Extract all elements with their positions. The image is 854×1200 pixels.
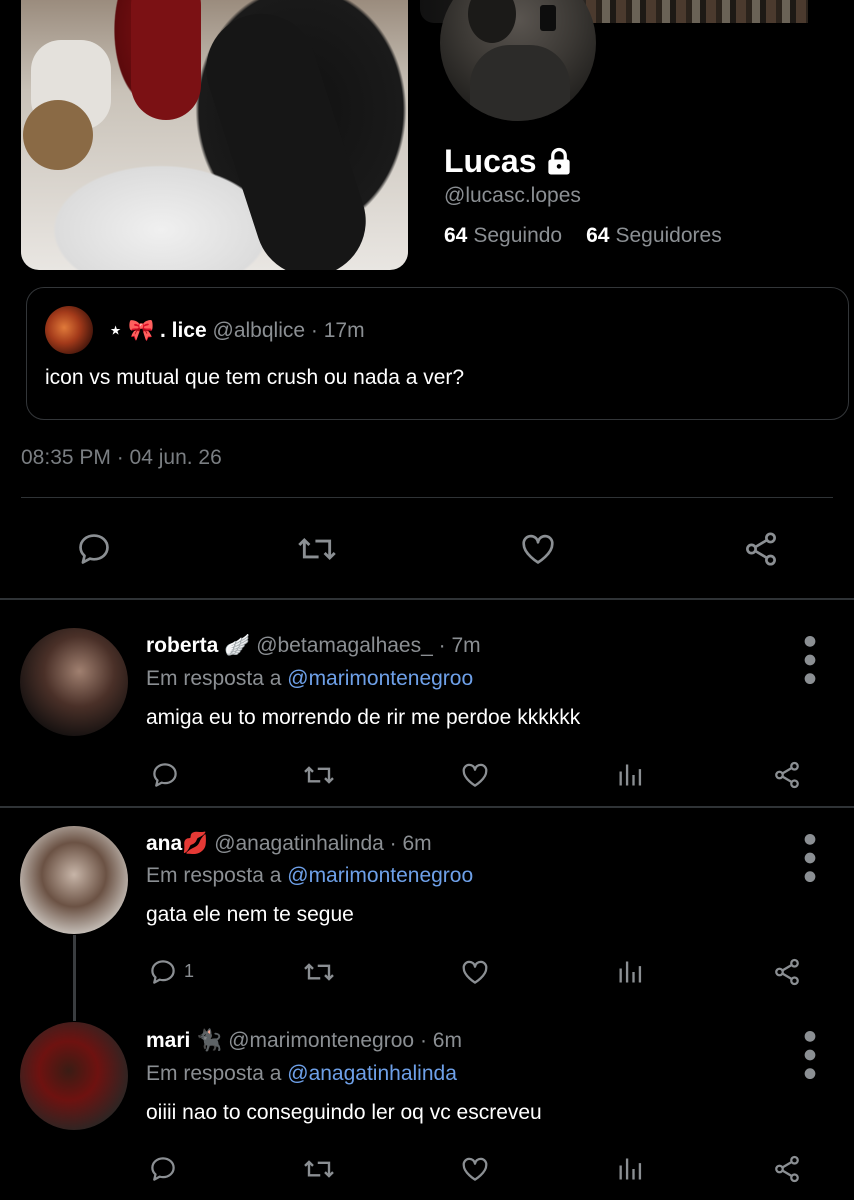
media-photo[interactable] [21, 0, 408, 270]
reply-icon[interactable] [75, 530, 113, 568]
reply-author-name[interactable]: ana💋 [146, 832, 208, 855]
reply-author-handle[interactable]: @anagatinhalinda [214, 832, 384, 855]
section-divider [0, 598, 854, 600]
reply-context: Em resposta a @anagatinhalinda [146, 1062, 457, 1086]
retweet-icon[interactable] [302, 760, 336, 790]
reply-author-handle[interactable]: @betamagalhaes_ [256, 634, 433, 657]
divider [21, 497, 833, 498]
more-icon[interactable] [803, 632, 817, 685]
followers-link[interactable]: 64 Seguidores [586, 224, 722, 248]
views-icon[interactable] [616, 1154, 644, 1184]
following-label: Seguindo [473, 224, 563, 247]
photo-arm [191, 0, 381, 270]
avatar-phone [540, 5, 556, 31]
share-icon[interactable] [772, 760, 802, 790]
reply-time: · 7m [438, 634, 481, 657]
reply-icon[interactable] [150, 760, 180, 790]
following-link[interactable]: 64 Seguindo [444, 224, 562, 248]
reply-context: Em resposta a @marimontenegroo [146, 667, 473, 691]
more-icon[interactable] [803, 1027, 817, 1080]
quoted-tweet-header: ⋆ 🎀 . lice @albqlice · 17m [109, 318, 365, 343]
reply-divider [0, 806, 854, 808]
photo-hair [131, 0, 201, 120]
reply-to-link[interactable]: @marimontenegroo [287, 864, 473, 887]
reply-text: amiga eu to morrendo de rir me perdoe kk… [146, 706, 581, 729]
reply-to-link[interactable]: @marimontenegroo [287, 667, 473, 690]
reply-header: mari 🐈‍⬛ @marimontenegroo · 6m [146, 1029, 462, 1053]
share-icon[interactable] [772, 1154, 802, 1184]
reply-author-name[interactable]: roberta 🪽 [146, 634, 250, 657]
following-count: 64 [444, 224, 468, 247]
profile-name-text: Lucas [444, 143, 537, 179]
quoted-tweet-avatar[interactable] [45, 306, 93, 354]
reply-text: oiiii nao to conseguindo ler oq vc escre… [146, 1101, 542, 1124]
quoted-tweet-time: · 17m [310, 319, 365, 342]
profile-handle[interactable]: @lucasc.lopes [444, 184, 581, 208]
follow-stats: 64 Seguindo 64 Seguidores [444, 224, 722, 248]
reply-icon[interactable] [148, 1154, 178, 1184]
lock-icon [544, 147, 574, 177]
reply-time: · 6m [419, 1029, 462, 1052]
reply-avatar-mari[interactable] [20, 1022, 128, 1130]
followers-count: 64 [586, 224, 610, 247]
reply-icon[interactable] [148, 957, 178, 987]
more-icon[interactable] [803, 830, 817, 883]
reply-author-name[interactable]: mari 🐈‍⬛ [146, 1029, 222, 1052]
photo-teddy-bear [23, 100, 93, 170]
like-icon[interactable] [460, 957, 490, 987]
views-icon[interactable] [616, 760, 644, 790]
reply-to-link[interactable]: @anagatinhalinda [287, 1062, 457, 1085]
quoted-tweet[interactable]: ⋆ 🎀 . lice @albqlice · 17m icon vs mutua… [26, 287, 849, 420]
reply-context-prefix: Em resposta a [146, 667, 282, 690]
retweet-icon[interactable] [302, 957, 336, 987]
reply-count: 1 [184, 961, 195, 981]
tweet-timestamp[interactable]: 08:35 PM · 04 jun. 26 [21, 446, 222, 470]
reply-header: roberta 🪽 @betamagalhaes_ · 7m [146, 634, 481, 658]
profile-avatar[interactable] [440, 0, 596, 121]
quoted-tweet-name: ⋆ 🎀 . lice [109, 319, 207, 342]
header-banner-bookshelf [586, 0, 808, 23]
retweet-icon[interactable] [296, 530, 338, 568]
followers-label: Seguidores [615, 224, 722, 247]
reply-avatar-roberta[interactable] [20, 628, 128, 736]
reply-text: gata ele nem te segue [146, 903, 354, 926]
views-icon[interactable] [616, 957, 644, 987]
thread-connector [73, 935, 76, 1021]
share-icon[interactable] [772, 957, 802, 987]
like-icon[interactable] [460, 760, 490, 790]
like-icon[interactable] [460, 1154, 490, 1184]
quoted-tweet-handle: @albqlice [212, 319, 306, 342]
quoted-tweet-text: icon vs mutual que tem crush ou nada a v… [45, 366, 465, 389]
reply-context-prefix: Em resposta a [146, 1062, 282, 1085]
reply-time: · 6m [389, 832, 432, 855]
retweet-icon[interactable] [302, 1154, 336, 1184]
reply-context-prefix: Em resposta a [146, 864, 282, 887]
reply-context: Em resposta a @marimontenegroo [146, 864, 473, 888]
avatar-body [470, 45, 570, 121]
reply-author-handle[interactable]: @marimontenegroo [228, 1029, 414, 1052]
avatar-head [468, 0, 516, 43]
like-icon[interactable] [519, 530, 557, 568]
reply-header: ana💋 @anagatinhalinda · 6m [146, 832, 432, 856]
profile-name[interactable]: Lucas [444, 143, 574, 180]
share-icon[interactable] [741, 530, 781, 568]
reply-avatar-ana[interactable] [20, 826, 128, 934]
